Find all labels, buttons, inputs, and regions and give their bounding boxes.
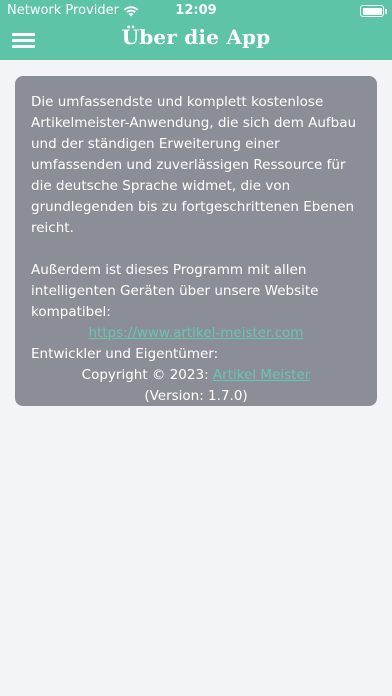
- version-text: (Version: 1.7.0): [144, 388, 248, 404]
- battery-icon: [360, 5, 387, 17]
- developer-label: Entwickler und Eigentümer:: [31, 346, 219, 362]
- app-header: Network Provider 12:09 Über die App: [0, 0, 392, 60]
- about-card: Die umfassendste und komplett kostenlose…: [15, 76, 377, 406]
- owner-link[interactable]: Artikel Meister: [213, 367, 310, 383]
- page-title: Über die App: [121, 25, 271, 49]
- compat-text: Außerdem ist dieses Programm mit allen i…: [31, 262, 319, 320]
- intro-text: Die umfassendste und komplett kostenlose…: [31, 94, 357, 236]
- website-link[interactable]: https://www.artikel-meister.com: [31, 323, 361, 344]
- status-bar: Network Provider 12:09: [0, 0, 392, 22]
- copyright-line: Copyright © 2023: Artikel Meister: [31, 365, 361, 386]
- copyright-text: Copyright © 2023:: [81, 367, 209, 383]
- clock: 12:09: [175, 3, 217, 18]
